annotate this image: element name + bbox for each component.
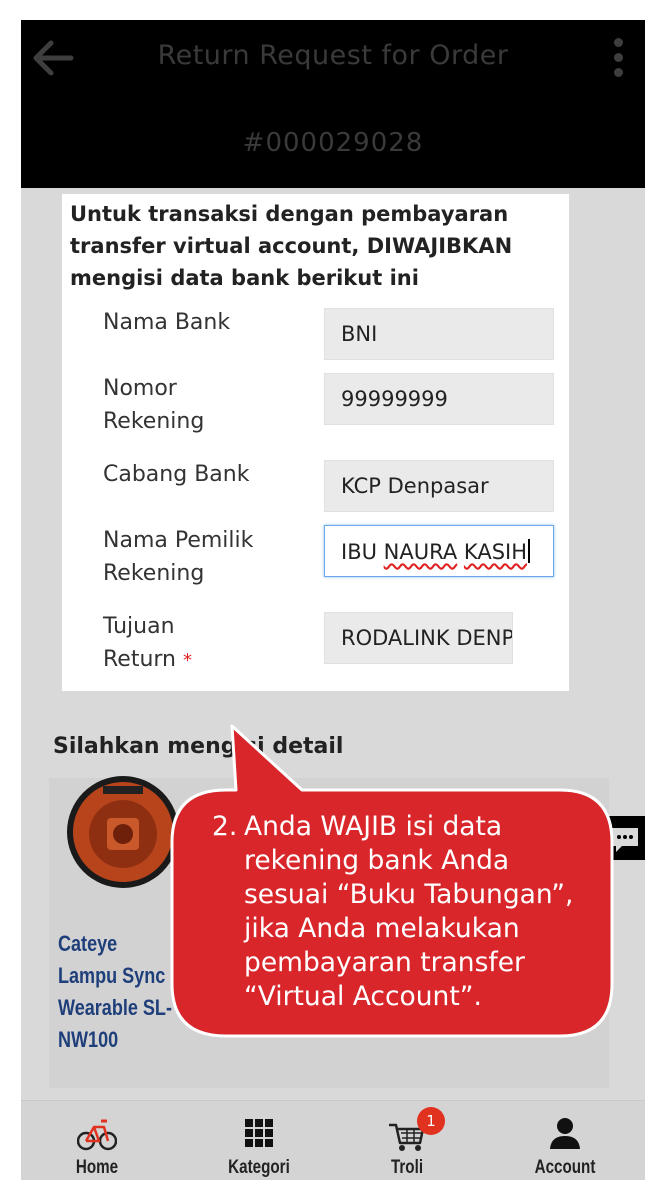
callout-line: sesuai “Buku Tabungan”, <box>244 879 574 910</box>
callout-number: 2. <box>212 811 238 842</box>
callout-line: jika Anda melakukan <box>244 913 520 944</box>
callout-line: pembayaran transfer <box>244 947 525 978</box>
callout-text: Anda WAJIB isi data rekening bank Anda s… <box>244 810 604 1014</box>
callout-line: Anda WAJIB isi data <box>244 811 503 842</box>
callout-line: rekening bank Anda <box>244 845 510 876</box>
callout-bubble <box>170 724 614 1038</box>
callout-line: “Virtual Account”. <box>244 981 482 1012</box>
